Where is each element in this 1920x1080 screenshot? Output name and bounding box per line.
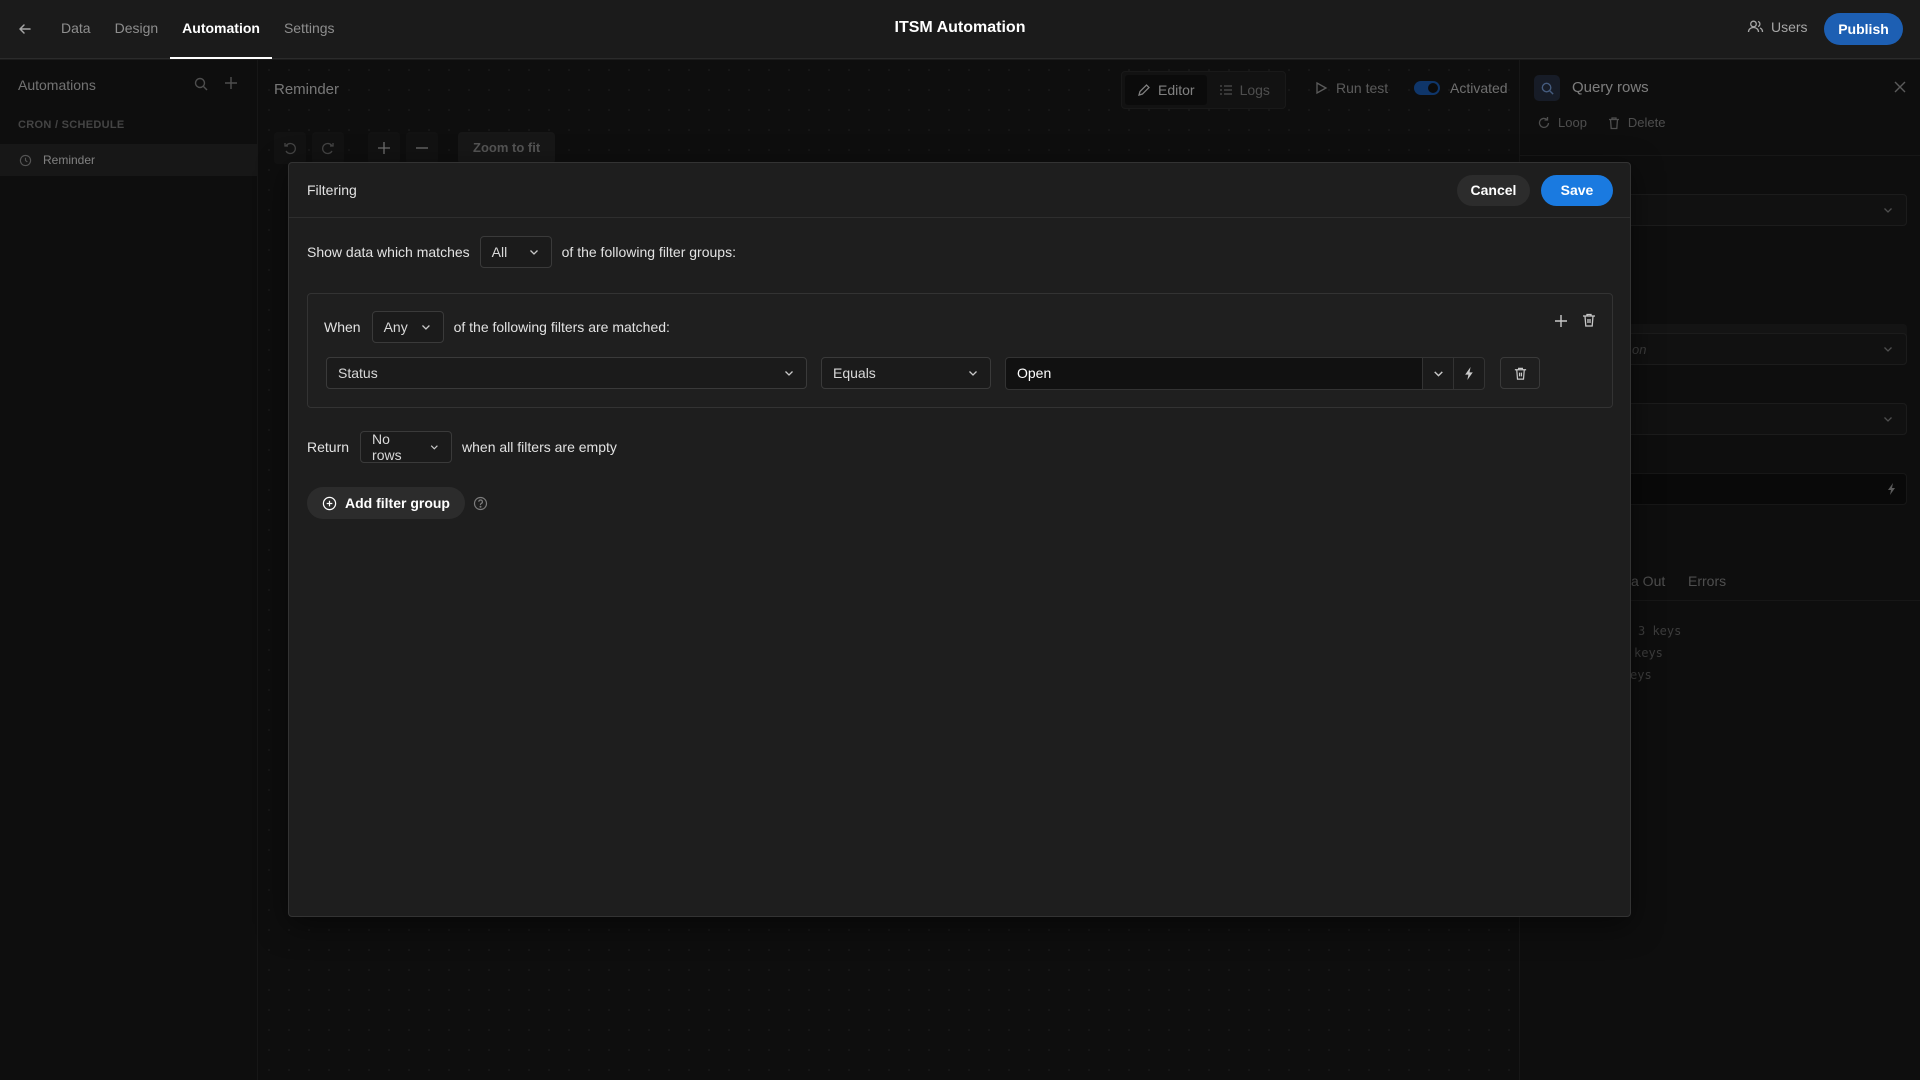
operator-select[interactable]: Equals xyxy=(821,357,991,389)
chevron-down-icon xyxy=(785,371,793,376)
add-filter-icon[interactable] xyxy=(1553,313,1569,329)
chevron-down-icon xyxy=(421,325,430,330)
any-select[interactable]: Any xyxy=(371,311,444,343)
group-suffix: of the following filters are matched: xyxy=(453,319,670,335)
match-value: All xyxy=(491,244,508,260)
lightning-icon[interactable] xyxy=(1453,357,1485,390)
tab-data[interactable]: Data xyxy=(49,0,103,59)
chevron-down-icon xyxy=(431,445,439,450)
return-select[interactable]: No rows xyxy=(360,431,453,463)
match-suffix: of the following filter groups: xyxy=(561,244,736,260)
match-row: Show data which matches All of the follo… xyxy=(307,236,736,268)
operator-value: Equals xyxy=(833,365,876,381)
modal-title: Filtering xyxy=(307,182,357,198)
help-icon[interactable] xyxy=(473,496,488,511)
add-circle-icon xyxy=(322,496,337,510)
return-row: Return No rows when all filters are empt… xyxy=(307,431,617,463)
publish-button[interactable]: Publish xyxy=(1824,13,1903,45)
add-filter-group-button[interactable]: Add filter group xyxy=(307,487,465,519)
filtering-modal: Filtering Cancel Save Show data which ma… xyxy=(288,162,1631,917)
field-value: Status xyxy=(338,365,378,381)
users-icon xyxy=(1747,20,1764,33)
when-label: When xyxy=(324,319,361,335)
add-filter-group-label: Add filter group xyxy=(345,495,450,511)
match-prefix: Show data which matches xyxy=(307,244,470,260)
delete-group-icon[interactable] xyxy=(1581,312,1597,328)
chevron-down-icon[interactable] xyxy=(1422,357,1454,390)
users-button[interactable]: Users xyxy=(1747,18,1808,35)
tab-design[interactable]: Design xyxy=(103,0,171,59)
group-condition-row: When Any of the following filters are ma… xyxy=(324,311,670,343)
chevron-down-icon xyxy=(969,371,977,376)
return-suffix: when all filters are empty xyxy=(462,439,617,455)
any-value: Any xyxy=(383,319,408,335)
match-select[interactable]: All xyxy=(479,236,552,268)
back-arrow-icon[interactable] xyxy=(16,20,34,38)
tab-settings[interactable]: Settings xyxy=(272,0,347,59)
delete-filter-icon[interactable] xyxy=(1500,357,1540,389)
return-label: Return xyxy=(307,439,350,455)
filter-value-input[interactable]: Open xyxy=(1005,357,1423,390)
chevron-down-icon xyxy=(529,250,538,255)
return-value: No rows xyxy=(372,431,402,463)
users-label: Users xyxy=(1771,18,1808,35)
nav-tabs: Data Design Automation Settings xyxy=(49,0,347,59)
modal-header: Filtering Cancel Save xyxy=(289,163,1630,218)
tab-automation[interactable]: Automation xyxy=(170,0,272,59)
save-button[interactable]: Save xyxy=(1541,175,1613,206)
cancel-button[interactable]: Cancel xyxy=(1457,175,1530,206)
field-select[interactable]: Status xyxy=(326,357,807,389)
top-bar: Data Design Automation Settings ITSM Aut… xyxy=(0,0,1920,59)
